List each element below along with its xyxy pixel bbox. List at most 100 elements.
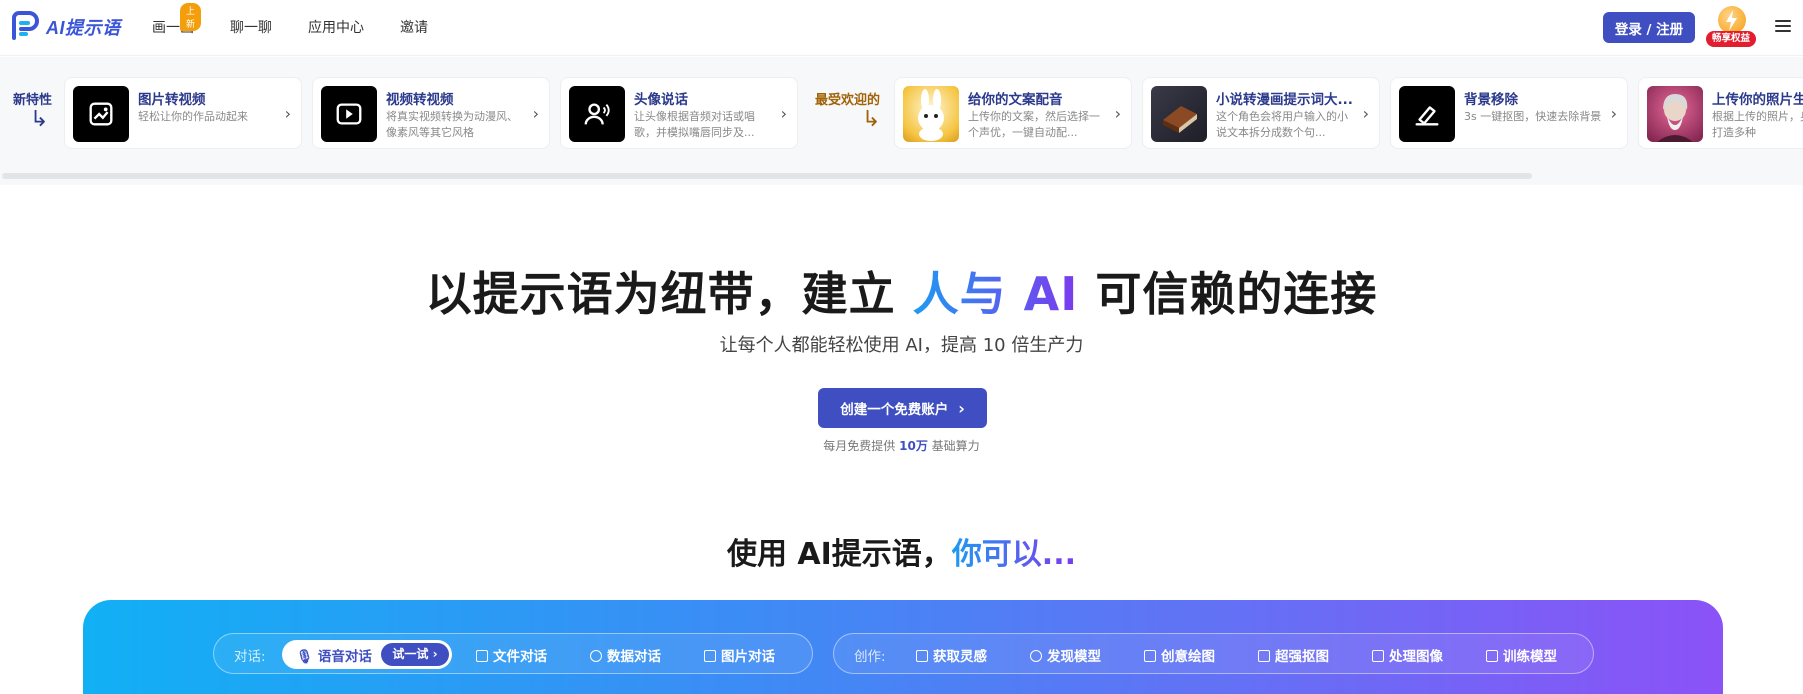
nav-invite[interactable]: 邀请: [400, 17, 428, 37]
nav-draw[interactable]: 画一画 上新: [152, 3, 202, 37]
curved-arrow-icon: ↳: [30, 107, 49, 132]
image-to-video-icon: [73, 86, 129, 142]
palette-icon: [1144, 650, 1156, 662]
most-popular-label: 最受欢迎的: [815, 93, 881, 108]
video-convert-icon: [321, 86, 377, 142]
hero-title-text: 可信赖的连接: [1095, 267, 1378, 321]
tab-discover-models[interactable]: 发现模型: [1030, 645, 1101, 665]
chart-pie-icon: [590, 650, 602, 662]
tab-voice-chat[interactable]: 🎙 语音对话 试一试 ›: [282, 640, 452, 669]
section-title-highlight: 你可以...: [951, 537, 1077, 572]
file-icon: [476, 650, 488, 662]
hero-subtitle: 让每个人都能轻松使用 AI，提高 10 倍生产力: [719, 335, 1084, 356]
lightning-icon: [1718, 6, 1746, 34]
card-desc: 上传你的文案，然后选择一个声优，一键自动配...: [968, 110, 1100, 139]
feature-card-background-removal[interactable]: 背景移除 3s 一键抠图，快速去除背景 ›: [1390, 77, 1628, 149]
section-title: 使用 AI提示语，你可以...: [0, 529, 1803, 573]
tab-train-model[interactable]: 训练模型: [1486, 645, 1557, 665]
tab-label: 文件对话: [493, 649, 547, 665]
cutout-icon: [1258, 650, 1270, 662]
card-title: 头像说话: [634, 92, 688, 108]
feature-card-photo-portrait[interactable]: 上传你的照片生 根据上传的照片，身边的人打造多种: [1638, 77, 1803, 149]
tab-data-chat[interactable]: 数据对话: [590, 645, 661, 665]
top-navbar: AI提示语 画一画 上新 聊一聊 应用中心 邀请 登录 / 注册 畅享权益: [0, 0, 1803, 56]
free-credits-note: 每月免费提供 10万 基础算力: [0, 437, 1803, 454]
horizontal-scrollbar[interactable]: [2, 173, 1532, 179]
feature-card-voiceover[interactable]: 给你的文案配音 上传你的文案，然后选择一个声优，一键自动配... ›: [894, 77, 1132, 149]
note-text: 基础算力: [931, 439, 980, 453]
chevron-right-icon: ›: [284, 104, 291, 123]
logo-text: AI提示语: [46, 18, 121, 38]
portrait-thumbnail: [1647, 86, 1703, 142]
tab-label: 发现模型: [1047, 649, 1101, 665]
try-label: 试一试: [392, 647, 429, 661]
chevron-right-icon: ›: [958, 398, 965, 418]
card-title: 视频转视频: [386, 92, 454, 108]
note-highlight: 10万: [899, 439, 928, 453]
nav-invite-label: 邀请: [400, 20, 428, 36]
tab-process-image[interactable]: 处理图像: [1372, 645, 1443, 665]
create-free-account-button[interactable]: 创建一个免费账户 ›: [818, 388, 987, 428]
talking-avatar-icon: [569, 86, 625, 142]
hero-title: 以提示语为纽带，建立 人与 AI 可信赖的连接: [0, 258, 1803, 324]
tab-file-chat[interactable]: 文件对话: [476, 645, 547, 665]
new-badge: 上新: [180, 3, 202, 31]
chevron-right-icon: ›: [1362, 104, 1369, 123]
nav-chat[interactable]: 聊一聊: [230, 17, 272, 37]
tab-label: 语音对话: [317, 649, 372, 665]
hero-title-text: 以提示语为纽带，建立: [425, 267, 896, 321]
capabilities-panel: 对话: 🎙 语音对话 试一试 › 文件对话 数据对话 图片对话 创作: 获取灵感…: [83, 600, 1723, 694]
hero-title-highlight: 人与 AI: [912, 267, 1079, 321]
vip-benefits-button[interactable]: 畅享权益: [1706, 6, 1756, 48]
feature-card-image-to-video[interactable]: 图片转视频 轻松让你的作品动起来 ›: [64, 77, 302, 149]
login-register-button[interactable]: 登录 / 注册: [1603, 12, 1695, 43]
tab-label: 数据对话: [607, 649, 661, 665]
tab-label: 超强抠图: [1275, 649, 1329, 665]
tab-creative-drawing[interactable]: 创意绘图: [1144, 645, 1215, 665]
compass-icon: [1030, 650, 1042, 662]
image-edit-icon: [1372, 650, 1384, 662]
tab-label: 训练模型: [1503, 649, 1557, 665]
section-title-text: 使用 AI提示语，: [726, 537, 952, 572]
card-title: 上传你的照片生: [1712, 92, 1803, 108]
feature-card-talking-avatar[interactable]: 头像说话 让头像根据音频对话或唱歌，并模拟嘴唇同步及... ›: [560, 77, 798, 149]
tab-get-inspiration[interactable]: 获取灵感: [916, 645, 987, 665]
microphone-icon: 🎙: [296, 649, 314, 665]
tab-image-chat[interactable]: 图片对话: [704, 645, 775, 665]
card-desc: 将真实视频转换为动漫风、像素风等其它风格: [386, 110, 518, 139]
note-text: 每月免费提供: [823, 439, 896, 453]
main-nav: 画一画 上新 聊一聊 应用中心 邀请: [152, 3, 464, 37]
card-desc: 轻松让你的作品动起来: [138, 110, 248, 123]
logo[interactable]: AI提示语: [8, 10, 121, 44]
sparkle-icon: [1486, 650, 1498, 662]
tab-voice-chat-label: 🎙 语音对话: [296, 645, 372, 665]
eraser-icon: [1399, 86, 1455, 142]
nav-chat-label: 聊一聊: [230, 20, 272, 36]
chevron-right-icon: ›: [1114, 104, 1121, 123]
try-it-button[interactable]: 试一试 ›: [381, 643, 449, 666]
new-features-label: 新特性: [13, 93, 53, 108]
nav-app-center-label: 应用中心: [308, 20, 364, 36]
card-title: 背景移除: [1464, 92, 1518, 108]
card-desc: 这个角色会将用户输入的小说文本拆分成数个句...: [1216, 110, 1348, 139]
card-desc: 让头像根据音频对话或唱歌，并模拟嘴唇同步及...: [634, 110, 755, 139]
tab-label: 处理图像: [1389, 649, 1443, 665]
feature-card-novel-to-comic[interactable]: 小说转漫画提示词大... 这个角色会将用户输入的小说文本拆分成数个句... ›: [1142, 77, 1380, 149]
feature-card-video-to-video[interactable]: 视频转视频 将真实视频转换为动漫风、像素风等其它风格 ›: [312, 77, 550, 149]
create-label: 创作:: [854, 649, 886, 665]
image-icon: [704, 650, 716, 662]
cta-label: 创建一个免费账户: [840, 402, 949, 418]
tab-label: 创意绘图: [1161, 649, 1215, 665]
chevron-right-icon: ›: [532, 104, 539, 123]
chevron-right-icon: ›: [780, 104, 787, 123]
curved-arrow-icon: ↳: [862, 107, 881, 132]
card-title: 小说转漫画提示词大...: [1216, 92, 1353, 108]
tab-label: 获取灵感: [933, 649, 987, 665]
bunny-thumbnail: [903, 86, 959, 142]
hamburger-menu-icon[interactable]: [1775, 17, 1791, 35]
tab-super-cutout[interactable]: 超强抠图: [1258, 645, 1329, 665]
chat-tabs-group: 对话: 🎙 语音对话 试一试 › 文件对话 数据对话 图片对话: [213, 633, 813, 674]
nav-app-center[interactable]: 应用中心: [308, 17, 364, 37]
logo-icon: [12, 11, 39, 40]
card-desc: 3s 一键抠图，快速去除背景: [1464, 110, 1602, 123]
